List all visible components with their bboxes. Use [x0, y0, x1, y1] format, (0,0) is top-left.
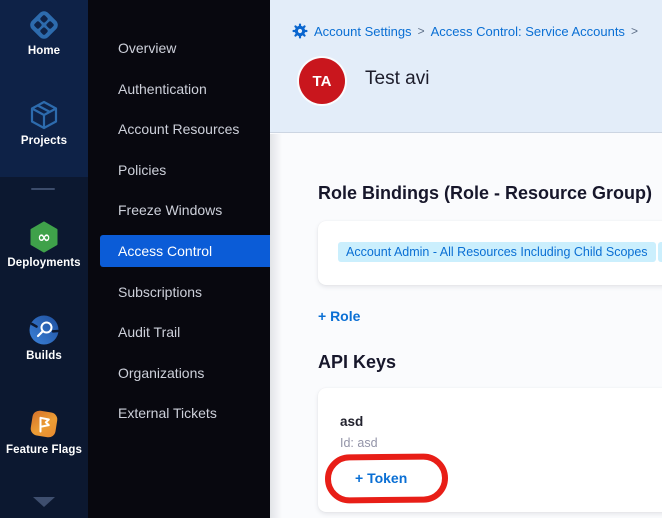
- sidebar-item-builds[interactable]: Builds: [0, 313, 88, 362]
- breadcrumb: Account Settings > Access Control: Servi…: [292, 23, 638, 39]
- sidebar-item-freeze-windows[interactable]: Freeze Windows: [88, 194, 270, 226]
- api-key-name: asd: [340, 414, 363, 429]
- module-label-projects: Projects: [21, 135, 67, 147]
- module-label-home: Home: [28, 45, 60, 57]
- api-keys-heading: API Keys: [318, 352, 396, 373]
- main-content: Account Settings > Access Control: Servi…: [270, 0, 662, 518]
- sidebar-item-audit-trail[interactable]: Audit Trail: [88, 316, 270, 348]
- module-nav: Home Projects ∞ Deployments: [0, 0, 88, 518]
- breadcrumb-separator: >: [631, 24, 638, 38]
- gear-icon: [292, 23, 308, 39]
- flag-icon: [27, 407, 61, 441]
- sidebar-item-authentication[interactable]: Authentication: [88, 73, 270, 105]
- role-binding-tag[interactable]: Account Admin - All Resources Including …: [338, 242, 656, 262]
- circle-magnifier-icon: [27, 313, 61, 347]
- api-key-id: Id: asd: [340, 436, 378, 450]
- sidebar-item-deployments[interactable]: ∞ Deployments: [0, 220, 88, 269]
- sidebar-item-policies[interactable]: Policies: [88, 154, 270, 186]
- sidebar-item-overview[interactable]: Overview: [88, 32, 270, 64]
- breadcrumb-separator: >: [418, 24, 425, 38]
- svg-text:∞: ∞: [37, 228, 50, 247]
- avatar: TA: [299, 58, 345, 104]
- module-label-builds: Builds: [26, 350, 62, 362]
- hexagon-infinity-icon: ∞: [27, 220, 61, 254]
- sidebar-item-feature-flags[interactable]: Feature Flags: [0, 407, 88, 456]
- home-icon: [27, 8, 61, 42]
- add-token-button[interactable]: + Token: [355, 470, 407, 486]
- sidebar-item-external-tickets[interactable]: External Tickets: [88, 397, 270, 429]
- add-role-button[interactable]: + Role: [318, 308, 360, 324]
- page-header: Account Settings > Access Control: Servi…: [270, 0, 662, 133]
- breadcrumb-access-control-service-accounts[interactable]: Access Control: Service Accounts: [431, 24, 625, 39]
- role-bindings-heading: Role Bindings (Role - Resource Group): [318, 183, 652, 204]
- breadcrumb-account-settings[interactable]: Account Settings: [314, 24, 412, 39]
- role-bindings-card: Account Admin - All Resources Including …: [318, 221, 662, 285]
- chevron-down-icon[interactable]: [33, 497, 55, 507]
- page-title: Test avi: [365, 68, 429, 90]
- api-key-card: asd Id: asd + Token: [318, 388, 662, 512]
- sidebar-item-access-control[interactable]: Access Control: [100, 235, 270, 267]
- sidebar-item-home[interactable]: Home: [0, 8, 88, 57]
- role-binding-tag-overflow[interactable]: [658, 242, 662, 262]
- settings-nav: Overview Authentication Account Resource…: [88, 0, 270, 518]
- module-label-feature-flags: Feature Flags: [6, 444, 82, 456]
- sidebar-item-projects[interactable]: Projects: [0, 98, 88, 147]
- sidebar-item-subscriptions[interactable]: Subscriptions: [88, 276, 270, 308]
- module-nav-divider: [31, 188, 55, 190]
- sidebar-item-account-resources[interactable]: Account Resources: [88, 113, 270, 145]
- module-label-deployments: Deployments: [7, 257, 80, 269]
- cube-icon: [27, 98, 61, 132]
- sidebar-item-organizations[interactable]: Organizations: [88, 357, 270, 389]
